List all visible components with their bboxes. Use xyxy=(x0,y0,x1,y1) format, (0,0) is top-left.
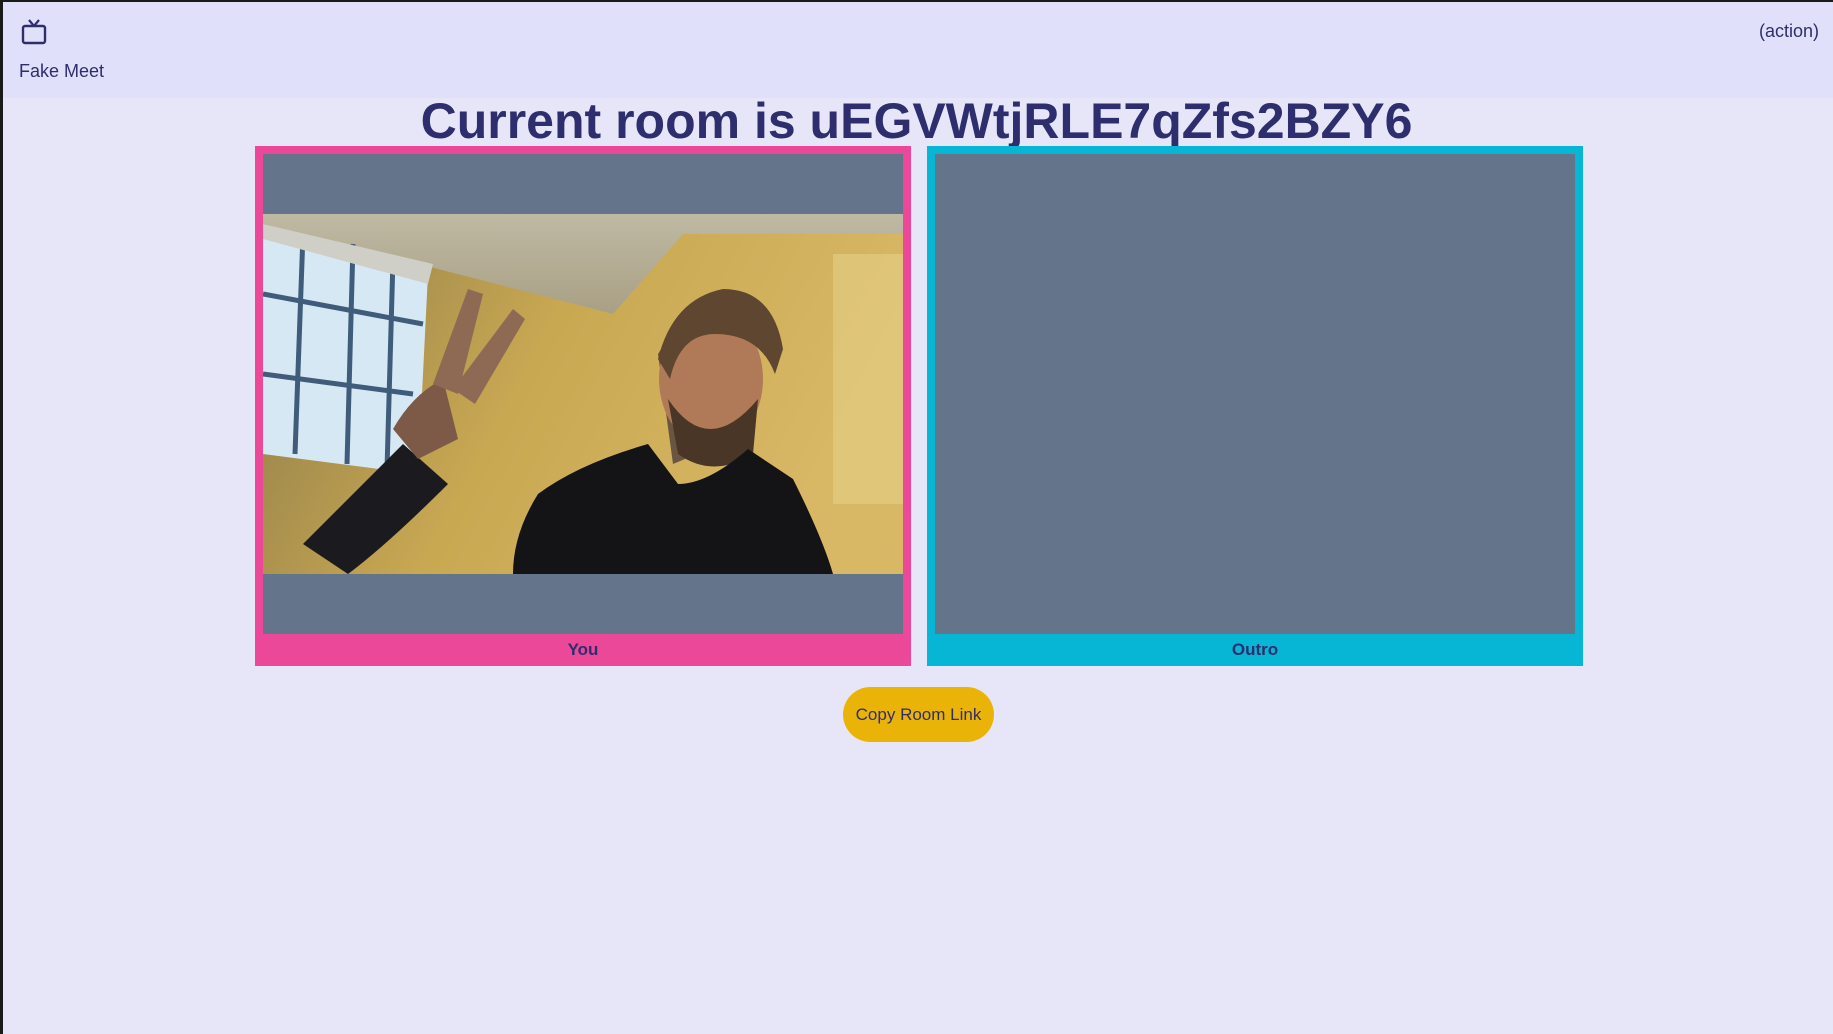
top-bar: Fake Meet (action) xyxy=(3,2,1833,98)
remote-video-placeholder xyxy=(935,154,1575,634)
participant-tile-you: You xyxy=(255,146,911,666)
webcam-feed-image xyxy=(263,214,903,574)
action-link[interactable]: (action) xyxy=(1759,21,1819,42)
app-name: Fake Meet xyxy=(19,61,105,81)
participant-tile-other: Outro xyxy=(927,146,1583,666)
participant-label: Outro xyxy=(1231,640,1279,659)
room-title: Current room is uEGVWtjRLE7qZfs2BZY6 xyxy=(420,93,1413,149)
tv-icon[interactable] xyxy=(20,18,48,46)
local-video xyxy=(263,154,903,634)
participant-label: You xyxy=(567,640,599,659)
copy-room-link-button[interactable]: Copy Room Link xyxy=(843,687,994,742)
